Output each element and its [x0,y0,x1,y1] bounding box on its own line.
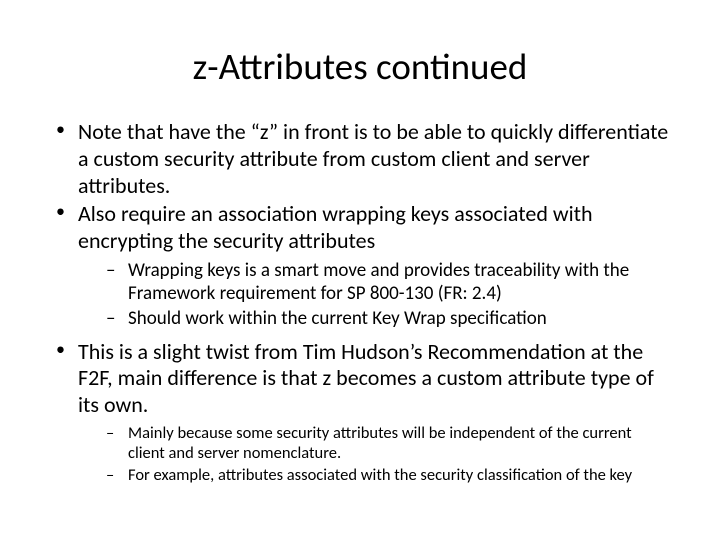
bullet-item: Note that have the “z” in front is to be… [50,119,670,199]
bullet-list: Note that have the “z” in front is to be… [50,119,670,486]
bullet-text: Also require an association wrapping key… [78,200,593,254]
bullet-text: This is a slight twist from Tim Hudson’s… [78,338,654,419]
sub-bullet-item: Mainly because some security attributes … [78,423,670,463]
slide-title: z-Attributes continued [50,44,670,89]
bullet-text: Note that have the “z” in front is to be… [78,118,668,199]
bullet-item: This is a slight twist from Tim Hudson’s… [50,339,670,486]
bullet-item: Also require an association wrapping key… [50,201,670,330]
sub-bullet-text: For example, attributes associated with … [128,465,632,485]
slide: z-Attributes continued Note that have th… [0,0,720,540]
sub-bullet-text: Mainly because some security attributes … [128,423,632,463]
sub-bullet-list: Wrapping keys is a smart move and provid… [78,259,670,331]
sub-bullet-list: Mainly because some security attributes … [78,423,670,485]
sub-bullet-text: Should work within the current Key Wrap … [128,307,547,330]
sub-bullet-item: For example, attributes associated with … [78,465,670,485]
sub-bullet-text: Wrapping keys is a smart move and provid… [128,259,629,305]
sub-bullet-item: Should work within the current Key Wrap … [78,307,670,330]
sub-bullet-item: Wrapping keys is a smart move and provid… [78,259,670,305]
